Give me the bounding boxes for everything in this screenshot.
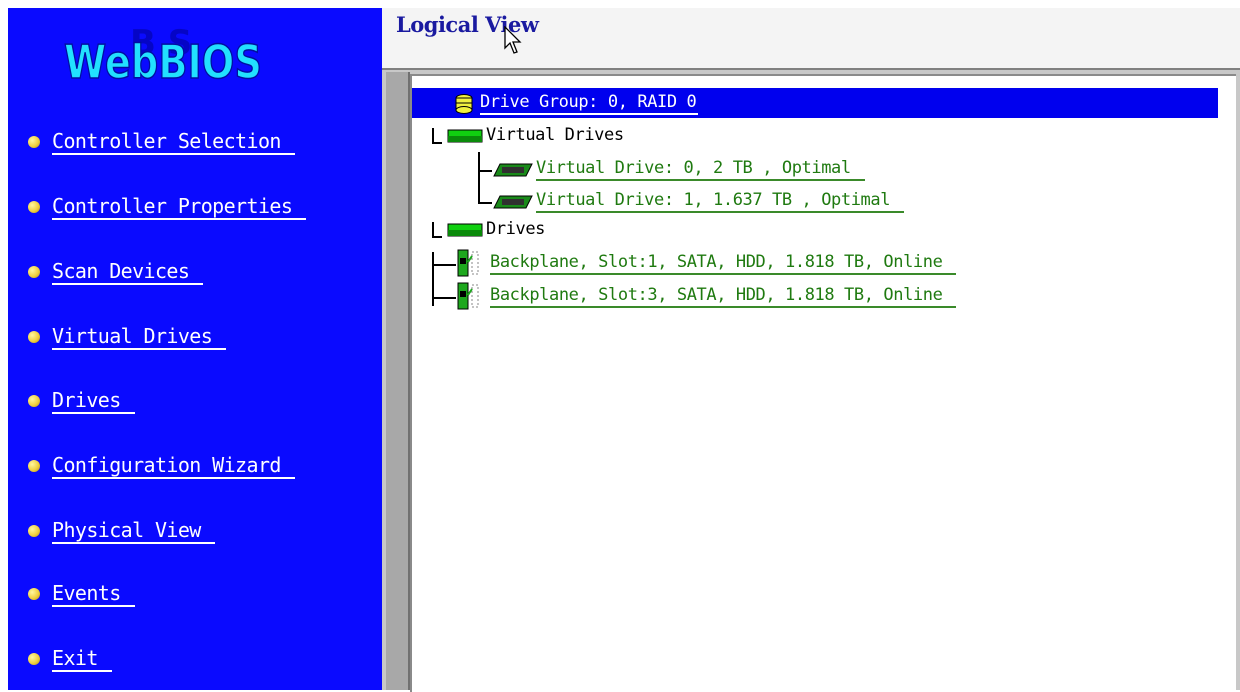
sidebar-item-label: Scan Devices	[52, 259, 204, 285]
left-margin	[0, 0, 8, 690]
virtual-drive-link: Virtual Drive: 1, 1.637 TB , Optimal	[536, 189, 905, 213]
folder-icon	[447, 129, 483, 143]
tree-connector	[478, 202, 492, 204]
sidebar-item-configuration-wizard[interactable]: Configuration Wizard	[28, 451, 295, 481]
tree-folder-drives[interactable]: Drives	[442, 214, 545, 244]
drive-link: Backplane, Slot:1, SATA, HDD, 1.818 TB, …	[490, 251, 957, 275]
bullet-icon	[28, 653, 40, 665]
sidebar-item-label: Events	[52, 581, 135, 607]
sidebar-item-exit[interactable]: Exit	[28, 644, 112, 674]
virtual-drive-link: Virtual Drive: 0, 2 TB , Optimal	[536, 157, 865, 181]
bullet-icon	[28, 395, 40, 407]
webbios-logo: B S WebBIOS	[63, 23, 263, 86]
bullet-icon	[28, 201, 40, 213]
tree-connector	[432, 264, 456, 266]
sidebar-item-drives[interactable]: Drives	[28, 386, 135, 416]
sidebar-item-controller-selection[interactable]: Controller Selection	[28, 127, 295, 157]
bullet-icon	[28, 266, 40, 278]
panel-border	[382, 68, 1240, 70]
bullet-icon	[28, 460, 40, 472]
drive-link: Backplane, Slot:3, SATA, HDD, 1.818 TB, …	[490, 284, 957, 308]
sidebar-item-virtual-drives[interactable]: Virtual Drives	[28, 322, 227, 352]
tree-connector	[432, 236, 442, 238]
mouse-cursor-icon	[504, 26, 522, 54]
virtual-drive-icon	[493, 163, 533, 177]
logo-text: WebBIOS	[64, 35, 262, 86]
tree-item-drive-slot-1[interactable]: Backplane, Slot:1, SATA, HDD, 1.818 TB, …	[456, 248, 957, 278]
tree-folder-virtual-drives[interactable]: Virtual Drives	[442, 120, 624, 150]
tree-connector	[478, 152, 480, 204]
virtual-drive-icon	[493, 195, 533, 209]
tree-item-drive-slot-3[interactable]: Backplane, Slot:3, SATA, HDD, 1.818 TB, …	[456, 281, 957, 311]
sidebar-item-label: Virtual Drives	[52, 324, 227, 350]
sidebar-item-label: Physical View	[52, 518, 215, 544]
sidebar: B S WebBIOS Controller Selection Control…	[8, 8, 382, 690]
folder-icon	[447, 223, 483, 237]
sidebar-item-label: Controller Selection	[52, 129, 295, 155]
drives-folder-label: Drives	[486, 219, 546, 239]
sidebar-item-physical-view[interactable]: Physical View	[28, 516, 215, 546]
tree-connector	[478, 170, 492, 172]
tree-item-drive-group[interactable]: Drive Group: 0, RAID 0	[412, 88, 1218, 118]
tree-item-virtual-drive-0[interactable]: Virtual Drive: 0, 2 TB , Optimal	[492, 154, 865, 184]
sidebar-item-label: Exit	[52, 646, 112, 672]
sidebar-item-events[interactable]: Events	[28, 579, 135, 609]
sidebar-item-controller-properties[interactable]: Controller Properties	[28, 192, 307, 222]
logical-view-panel: Drive Group: 0, RAID 0 Virtual Drives Vi…	[382, 68, 1240, 692]
tree-item-virtual-drive-1[interactable]: Virtual Drive: 1, 1.637 TB , Optimal	[492, 186, 905, 216]
bullet-icon	[28, 331, 40, 343]
tree-connector	[432, 142, 442, 144]
drive-group-label: Drive Group: 0, RAID 0	[480, 91, 699, 115]
sidebar-item-label: Drives	[52, 388, 135, 414]
panel-left-bar	[386, 72, 410, 690]
virtual-drives-folder-label: Virtual Drives	[486, 125, 624, 145]
tree-view: Drive Group: 0, RAID 0 Virtual Drives Vi…	[410, 74, 1236, 692]
top-margin	[382, 0, 1240, 8]
sidebar-item-label: Controller Properties	[52, 194, 307, 220]
bullet-icon	[28, 525, 40, 537]
bullet-icon	[28, 588, 40, 600]
view-header: Logical View	[382, 8, 1240, 68]
sidebar-item-label: Configuration Wizard	[52, 453, 295, 479]
sidebar-item-scan-devices[interactable]: Scan Devices	[28, 257, 204, 287]
bullet-icon	[28, 136, 40, 148]
tree-connector	[432, 297, 456, 299]
